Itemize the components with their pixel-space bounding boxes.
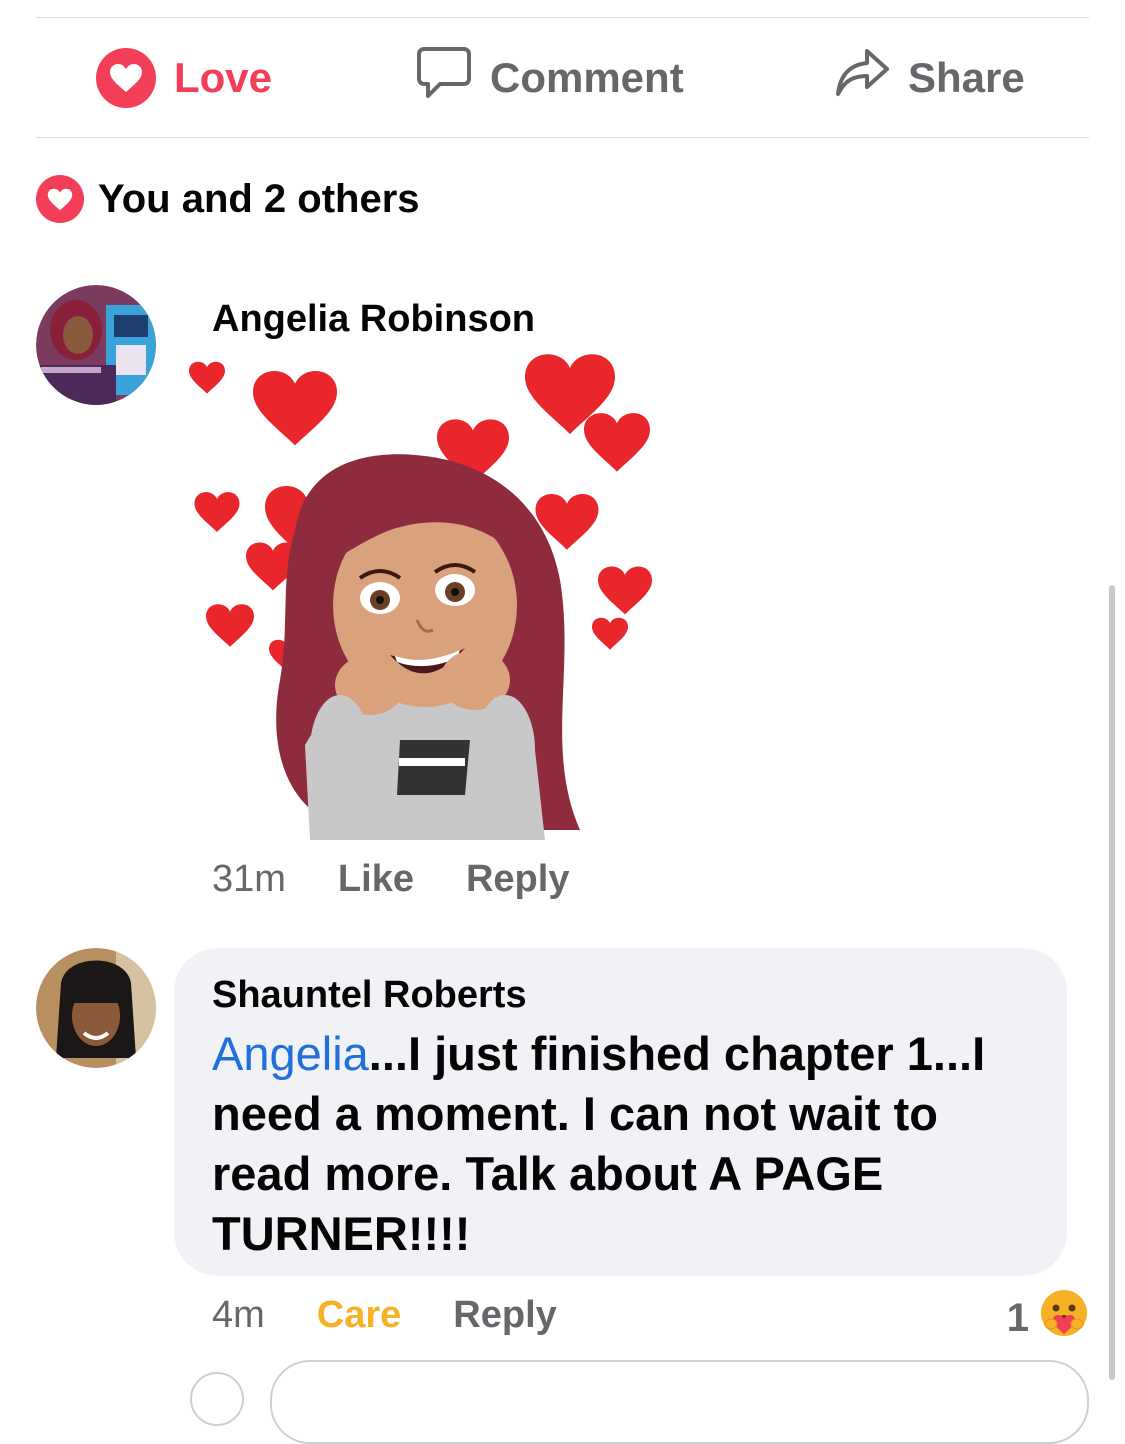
like-button[interactable]: Like — [338, 858, 414, 901]
share-button[interactable]: Share — [834, 18, 1025, 138]
comment-bubble[interactable]: Shauntel Roberts Angelia...I just finish… — [174, 948, 1067, 1276]
comment-text: Angelia...I just finished chapter 1...I … — [212, 1024, 1042, 1264]
heart-icon — [96, 48, 156, 108]
love-label: Love — [174, 54, 273, 101]
comment-author[interactable]: Shauntel Roberts — [212, 974, 527, 1017]
reactions-summary-text: You and 2 others — [98, 176, 420, 221]
reply-button[interactable]: Reply — [453, 1294, 556, 1337]
comment-button[interactable]: Comment — [416, 18, 684, 138]
comment-time: 4m — [212, 1294, 265, 1336]
avatar[interactable] — [36, 285, 156, 405]
comment-icon — [416, 46, 472, 110]
avatar — [190, 1372, 244, 1426]
share-icon — [834, 47, 890, 109]
comment-author[interactable]: Angelia Robinson — [212, 298, 535, 341]
share-label: Share — [908, 54, 1025, 101]
comment-actions: 4m Care Reply — [212, 1294, 609, 1337]
reply-button[interactable]: Reply — [466, 858, 569, 901]
comment-input[interactable] — [270, 1360, 1089, 1444]
comment-time: 31m — [212, 858, 286, 900]
care-emoji-icon — [1039, 1288, 1089, 1348]
avatar[interactable] — [36, 948, 156, 1068]
action-divider — [36, 137, 1089, 138]
love-button[interactable]: Love — [96, 18, 272, 138]
reaction-count: 1 — [1006, 1295, 1029, 1340]
comment-reaction-count[interactable]: 1 — [1007, 1288, 1089, 1348]
love-reaction-icon — [36, 175, 84, 223]
comment-actions: 31m Like Reply — [212, 858, 621, 901]
comment-label: Comment — [490, 54, 684, 101]
mention-link[interactable]: Angelia — [212, 1027, 369, 1080]
scrollbar[interactable] — [1109, 585, 1115, 1380]
reactions-summary[interactable]: You and 2 others — [36, 175, 420, 223]
care-button[interactable]: Care — [317, 1294, 402, 1337]
avatar-sticker — [185, 350, 665, 845]
post-action-bar: Love Comment Share — [36, 18, 1089, 138]
